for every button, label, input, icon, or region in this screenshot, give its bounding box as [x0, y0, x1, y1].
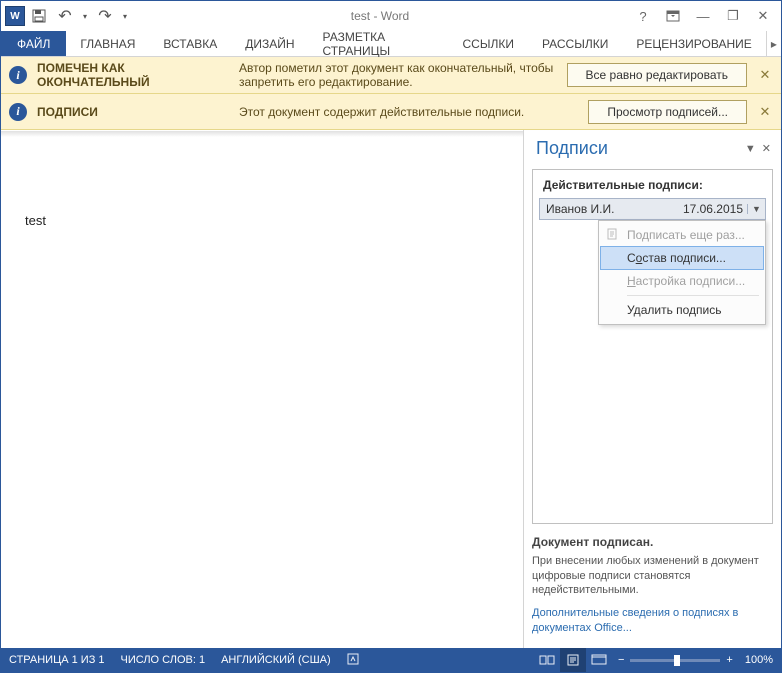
pane-body: Действительные подписи: Иванов И.И. 17.0…	[532, 169, 773, 524]
macro-icon[interactable]	[347, 653, 361, 668]
save-icon[interactable]	[27, 4, 51, 28]
valid-signatures-label: Действительные подписи:	[533, 170, 772, 198]
zoom-percent[interactable]: 100%	[745, 654, 773, 666]
qat-dd2-icon[interactable]: ▾	[119, 4, 131, 28]
signed-text: При внесении любых изменений в документ …	[532, 554, 773, 599]
main-area: test Подписи ▼ ✕ Действительные подписи:…	[1, 130, 781, 648]
ribbon-scroll-right-icon[interactable]: ▸	[766, 31, 781, 56]
undo-icon[interactable]: ↶	[53, 4, 77, 28]
status-page[interactable]: СТРАНИЦА 1 ИЗ 1	[9, 654, 105, 666]
menu-separator	[627, 295, 759, 296]
zoom-slider[interactable]	[630, 659, 720, 662]
title-bar: W ↶ ▾ ↷ ▾ test - Word ? — ❐ ✕	[1, 1, 781, 31]
signature-name: Иванов И.И.	[540, 202, 683, 216]
zoom-in-button[interactable]: +	[726, 654, 732, 666]
signature-row[interactable]: Иванов И.И. 17.06.2015 ▼	[539, 198, 766, 220]
menu-signature-details[interactable]: Состав подписи...	[600, 246, 764, 270]
window-controls: ? — ❐ ✕	[629, 5, 777, 27]
messagebar-final-text: Автор пометил этот документ как окончате…	[239, 61, 567, 89]
restore-button[interactable]: ❐	[719, 5, 747, 27]
view-read-icon[interactable]	[534, 648, 560, 672]
menu-signature-setup-label: Настройка подписи...	[627, 274, 745, 288]
app-icon[interactable]: W	[5, 6, 25, 26]
quick-access-toolbar: W ↶ ▾ ↷ ▾	[5, 4, 131, 28]
info-icon: i	[9, 66, 27, 84]
messagebar-final: i ПОМЕЧЕН КАК ОКОНЧАТЕЛЬНЫЙ Автор помети…	[1, 57, 781, 94]
status-language[interactable]: АНГЛИЙСКИЙ (США)	[221, 654, 331, 666]
messagebar-signatures-title: ПОДПИСИ	[37, 105, 239, 119]
ribbon-options-button[interactable]	[659, 5, 687, 27]
tab-home[interactable]: ГЛАВНАЯ	[66, 31, 149, 56]
edit-anyway-button[interactable]: Все равно редактировать	[567, 63, 747, 87]
document-area[interactable]: test	[1, 130, 523, 648]
view-print-layout-icon[interactable]	[560, 648, 586, 672]
status-word-count[interactable]: ЧИСЛО СЛОВ: 1	[121, 654, 206, 666]
qat-dd-icon[interactable]: ▾	[79, 4, 91, 28]
signatures-help-link[interactable]: Дополнительные сведения о подписях в док…	[532, 606, 773, 636]
pane-title: Подписи	[536, 138, 739, 159]
signature-dropdown-icon[interactable]: ▼	[747, 204, 765, 214]
tab-mailings[interactable]: РАССЫЛКИ	[528, 31, 622, 56]
window-title: test - Word	[131, 9, 629, 23]
pane-footer: Документ подписан. При внесении любых из…	[524, 524, 781, 648]
messagebar-final-title: ПОМЕЧЕН КАК ОКОНЧАТЕЛЬНЫЙ	[37, 61, 239, 89]
zoom-out-button[interactable]: −	[618, 654, 624, 666]
messagebar-signatures: i ПОДПИСИ Этот документ содержит действи…	[1, 94, 781, 130]
tab-design[interactable]: ДИЗАЙН	[231, 31, 308, 56]
signed-title: Документ подписан.	[532, 534, 773, 550]
tab-file[interactable]: ФАЙЛ	[1, 31, 66, 56]
pane-header: Подписи ▼ ✕	[524, 130, 781, 165]
signature-context-menu: Подписать еще раз... Состав подписи... Н…	[598, 220, 766, 325]
ribbon-tabs: ФАЙЛ ГЛАВНАЯ ВСТАВКА ДИЗАЙН РАЗМЕТКА СТР…	[1, 31, 781, 57]
tab-references[interactable]: ССЫЛКИ	[449, 31, 528, 56]
tab-review[interactable]: РЕЦЕНЗИРОВАНИЕ	[622, 31, 765, 56]
info-icon: i	[9, 103, 27, 121]
status-bar: СТРАНИЦА 1 ИЗ 1 ЧИСЛО СЛОВ: 1 АНГЛИЙСКИЙ…	[1, 648, 781, 672]
help-button[interactable]: ?	[629, 5, 657, 27]
view-web-icon[interactable]	[586, 648, 612, 672]
messagebar-final-close-icon[interactable]: ✕	[757, 67, 773, 83]
tab-insert[interactable]: ВСТАВКА	[149, 31, 231, 56]
menu-signature-details-label: Состав подписи...	[627, 251, 726, 265]
document-text: test	[25, 213, 46, 228]
close-button[interactable]: ✕	[749, 5, 777, 27]
zoom-thumb[interactable]	[674, 655, 680, 666]
view-signatures-button[interactable]: Просмотр подписей...	[588, 100, 747, 124]
zoom-control: − + 100%	[618, 654, 773, 666]
messagebar-signatures-text: Этот документ содержит действительные по…	[239, 105, 588, 119]
tab-layout[interactable]: РАЗМЕТКА СТРАНИЦЫ	[309, 31, 449, 56]
signature-date: 17.06.2015	[683, 202, 747, 216]
messagebar-signatures-close-icon[interactable]: ✕	[757, 104, 773, 120]
menu-remove-signature[interactable]: Удалить подпись	[601, 298, 763, 322]
redo-icon[interactable]: ↷	[93, 4, 117, 28]
sign-icon	[607, 228, 627, 243]
pane-options-icon[interactable]: ▼	[745, 143, 756, 155]
pane-close-icon[interactable]: ✕	[762, 142, 771, 155]
menu-sign-again-label: Подписать еще раз...	[627, 228, 745, 242]
document-page: test	[1, 155, 523, 648]
shadow-separator	[1, 131, 523, 137]
minimize-button[interactable]: —	[689, 5, 717, 27]
menu-remove-signature-label: Удалить подпись	[627, 303, 722, 317]
signatures-pane: Подписи ▼ ✕ Действительные подписи: Иван…	[523, 130, 781, 648]
menu-signature-setup: Настройка подписи...	[601, 269, 763, 293]
menu-sign-again: Подписать еще раз...	[601, 223, 763, 247]
